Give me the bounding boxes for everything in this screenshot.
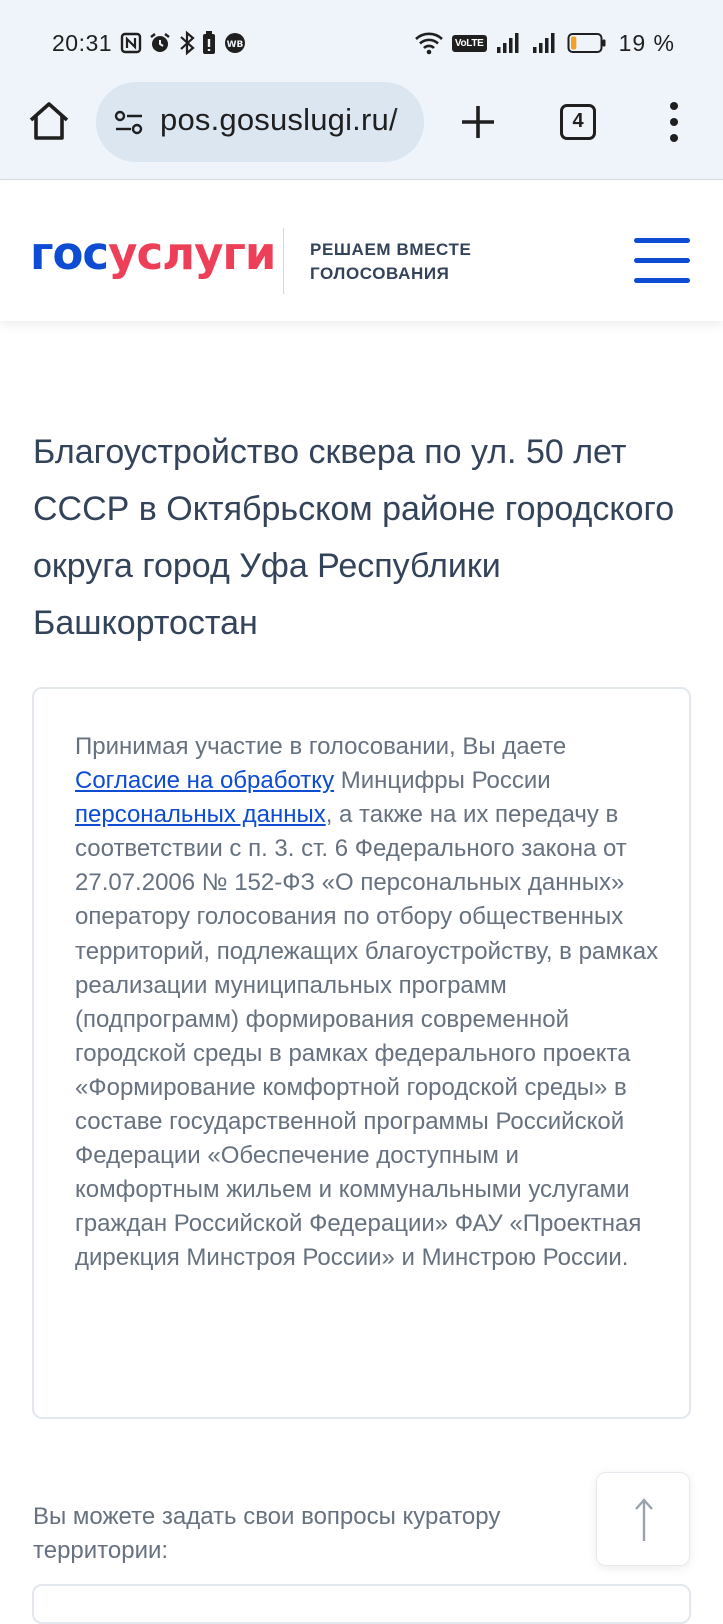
consent-text-middle: Минцифры России xyxy=(334,767,551,795)
bluetooth-icon xyxy=(180,30,195,56)
burger-line xyxy=(634,238,690,243)
tagline-line-1: РЕШАЕМ ВМЕСТЕ xyxy=(310,240,472,259)
address-bar-url: pos.gosuslugi.ru/ xyxy=(160,102,398,137)
status-time: 20:31 xyxy=(52,30,113,56)
hamburger-menu-icon[interactable] xyxy=(634,238,690,284)
personal-data-link[interactable]: персональных данных xyxy=(75,801,326,828)
burger-line xyxy=(634,258,690,263)
consent-card: Принимая участие в голосовании, Вы даете… xyxy=(32,687,691,1419)
signal-sim2-icon xyxy=(532,33,555,53)
volte-badge: VoLTE xyxy=(451,34,487,52)
curator-questions-text: Вы можете задать свои вопросы куратору т… xyxy=(33,1503,501,1564)
scroll-to-top-button[interactable] xyxy=(596,1472,690,1566)
address-bar-fade xyxy=(394,82,424,162)
tab-switcher-button[interactable]: 4 xyxy=(560,104,596,140)
wifi-icon xyxy=(414,32,443,55)
curator-card xyxy=(32,1584,691,1624)
battery-saver-icon xyxy=(203,31,215,54)
address-bar[interactable]: pos.gosuslugi.ru/ xyxy=(96,82,424,162)
svg-text:WB: WB xyxy=(227,40,244,50)
logo-part-uslugi: услуги xyxy=(108,227,276,280)
burger-line xyxy=(634,278,690,283)
tagline-line-2: ГОЛОСОВАНИЯ xyxy=(310,264,450,283)
plus-icon[interactable] xyxy=(456,100,500,144)
header-divider xyxy=(283,228,284,294)
site-settings-icon[interactable] xyxy=(114,110,144,136)
header-tagline[interactable]: РЕШАЕМ ВМЕСТЕ ГОЛОСОВАНИЯ xyxy=(310,238,471,286)
browser-toolbar: pos.gosuslugi.ru/ 4 xyxy=(0,82,723,166)
status-notification-icons: WB xyxy=(120,30,248,56)
nfc-icon xyxy=(120,32,142,54)
consent-link[interactable]: Согласие на обработку xyxy=(75,767,334,794)
logo-part-gos: гос xyxy=(30,227,109,280)
page-title: Благоустройство сквера по ул. 50 лет ССС… xyxy=(33,433,675,642)
consent-text: Принимая участие в голосовании, Вы даете… xyxy=(75,730,660,1276)
battery-icon xyxy=(567,33,606,53)
consent-text-after: , а также на их передачу в соответствии … xyxy=(75,801,659,1272)
site-header: госуслуги РЕШАЕМ ВМЕСТЕ ГОЛОСОВАНИЯ xyxy=(0,181,723,321)
wb-icon: WB xyxy=(225,33,245,53)
home-icon[interactable] xyxy=(26,98,72,144)
consent-text-before: Принимая участие в голосовании, Вы даете xyxy=(75,733,567,760)
browser-chrome: 20:31 WB VoLTE 19 % pos.gosuslugi.ru/ 4 xyxy=(0,0,723,180)
battery-percent: 19 % xyxy=(618,29,675,56)
more-vert-icon[interactable] xyxy=(664,100,684,144)
signal-sim1-icon xyxy=(496,33,519,53)
arrow-up-icon xyxy=(635,1498,653,1541)
status-system-icons: VoLTE 19 % xyxy=(414,28,675,58)
gosuslugi-logo[interactable]: госуслуги xyxy=(30,227,276,280)
status-bar: 20:31 WB VoLTE 19 % xyxy=(0,0,723,86)
alarm-icon xyxy=(150,33,170,52)
